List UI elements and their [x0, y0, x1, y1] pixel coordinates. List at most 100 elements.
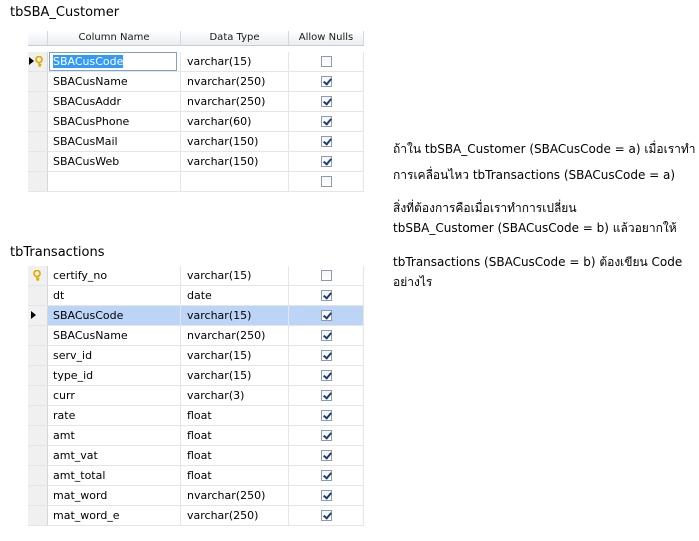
allow-nulls-checkbox[interactable] [320, 410, 332, 421]
row-selector[interactable] [28, 466, 48, 485]
column-name-cell[interactable]: SBACusMail [48, 132, 181, 151]
row-selector[interactable] [28, 406, 48, 425]
data-type-cell[interactable]: float [181, 466, 289, 485]
column-name-cell[interactable]: mat_word [48, 486, 181, 505]
row-selector[interactable] [28, 112, 48, 131]
column-name-cell[interactable]: curr [48, 386, 181, 405]
table-row[interactable]: amt float [28, 426, 364, 446]
data-type-cell[interactable]: nvarchar(250) [181, 326, 289, 345]
allow-nulls-checkbox[interactable] [320, 96, 332, 107]
data-type-cell[interactable]: float [181, 406, 289, 425]
table-row[interactable]: SBACusMail varchar(150) [28, 132, 364, 152]
row-selector[interactable] [28, 486, 48, 505]
column-name-cell[interactable]: SBACusAddr [48, 92, 181, 111]
data-type-cell[interactable]: nvarchar(250) [181, 92, 289, 111]
data-type-cell[interactable]: varchar(250) [181, 506, 289, 525]
row-selector[interactable] [28, 172, 48, 191]
row-selector[interactable] [28, 386, 48, 405]
data-type-cell[interactable]: varchar(150) [181, 132, 289, 151]
allow-nulls-checkbox[interactable] [320, 350, 332, 361]
column-name-cell[interactable]: serv_id [48, 346, 181, 365]
allow-nulls-checkbox[interactable] [320, 136, 332, 147]
row-selector[interactable] [28, 506, 48, 525]
row-selector[interactable] [28, 132, 48, 151]
row-selector[interactable] [28, 326, 48, 345]
data-type-cell[interactable]: varchar(15) [181, 366, 289, 385]
column-name-cell[interactable]: amt_vat [48, 446, 181, 465]
data-type-cell[interactable]: nvarchar(250) [181, 486, 289, 505]
table-row[interactable]: curr varchar(3) [28, 386, 364, 406]
data-type-cell[interactable]: varchar(60) [181, 112, 289, 131]
allow-nulls-checkbox[interactable] [320, 370, 332, 381]
column-name-editor[interactable]: SBACusCode [49, 52, 177, 71]
allow-nulls-checkbox[interactable] [320, 470, 332, 481]
table-row[interactable] [28, 172, 364, 192]
table-row[interactable]: mat_word nvarchar(250) [28, 486, 364, 506]
table-row[interactable]: SBACusPhone varchar(60) [28, 112, 364, 132]
column-name-cell[interactable]: dt [48, 286, 181, 305]
column-name-header[interactable]: Column Name [48, 31, 181, 45]
data-type-header[interactable]: Data Type [181, 31, 289, 45]
table-row[interactable]: SBACusAddr nvarchar(250) [28, 92, 364, 112]
column-name-cell[interactable]: SBACusWeb [48, 152, 181, 171]
data-type-cell[interactable]: float [181, 426, 289, 445]
data-type-cell[interactable]: varchar(15) [181, 306, 289, 325]
column-name-cell[interactable]: rate [48, 406, 181, 425]
data-type-cell[interactable]: varchar(3) [181, 386, 289, 405]
table-row[interactable]: certify_no varchar(15) [28, 266, 364, 286]
data-type-cell[interactable] [181, 172, 289, 191]
allow-nulls-checkbox[interactable] [320, 330, 332, 341]
data-type-cell[interactable]: varchar(15) [181, 52, 289, 71]
column-name-cell[interactable]: type_id [48, 366, 181, 385]
allow-nulls-checkbox[interactable] [320, 156, 332, 167]
allow-nulls-checkbox[interactable] [320, 116, 332, 127]
data-type-cell[interactable]: float [181, 446, 289, 465]
row-selector[interactable] [28, 72, 48, 91]
row-selector[interactable] [28, 286, 48, 305]
column-name-cell[interactable]: SBACusPhone [48, 112, 181, 131]
allow-nulls-checkbox[interactable] [320, 176, 332, 187]
column-name-cell[interactable]: certify_no [48, 266, 181, 285]
data-type-cell[interactable]: nvarchar(250) [181, 72, 289, 91]
row-selector[interactable] [28, 426, 48, 445]
table-row[interactable]: mat_word_e varchar(250) [28, 506, 364, 526]
table-row[interactable]: SBACusName nvarchar(250) [28, 326, 364, 346]
table-row[interactable]: dt date [28, 286, 364, 306]
allow-nulls-checkbox[interactable] [320, 76, 332, 87]
table-row[interactable]: SBACusWeb varchar(150) [28, 152, 364, 172]
row-selector[interactable] [28, 92, 48, 111]
column-name-cell[interactable]: amt [48, 426, 181, 445]
allow-nulls-checkbox[interactable] [320, 510, 332, 521]
table-row[interactable]: amt_vat float [28, 446, 364, 466]
row-selector[interactable] [28, 266, 48, 285]
allow-nulls-checkbox[interactable] [320, 290, 332, 301]
row-selector[interactable] [28, 152, 48, 171]
column-name-cell[interactable] [48, 172, 181, 191]
column-name-cell[interactable]: amt_total [48, 466, 181, 485]
row-selector[interactable] [28, 346, 48, 365]
column-name-cell[interactable]: SBACusName [48, 72, 181, 91]
column-name-cell[interactable]: SBACusCode [48, 52, 181, 71]
table-row[interactable]: serv_id varchar(15) [28, 346, 364, 366]
data-type-cell[interactable]: date [181, 286, 289, 305]
column-name-cell[interactable]: SBACusCode [48, 306, 181, 325]
row-selector[interactable] [28, 446, 48, 465]
allow-nulls-checkbox[interactable] [320, 450, 332, 461]
table-row[interactable]: type_id varchar(15) [28, 366, 364, 386]
allow-nulls-checkbox[interactable] [320, 490, 332, 501]
table-row[interactable]: SBACusName nvarchar(250) [28, 72, 364, 92]
allow-nulls-checkbox[interactable] [320, 310, 332, 321]
row-selector[interactable] [28, 366, 48, 385]
allow-nulls-checkbox[interactable] [320, 430, 332, 441]
row-selector[interactable] [28, 306, 48, 325]
data-type-cell[interactable]: varchar(150) [181, 152, 289, 171]
column-name-cell[interactable]: mat_word_e [48, 506, 181, 525]
data-type-cell[interactable]: varchar(15) [181, 346, 289, 365]
allow-nulls-checkbox[interactable] [320, 390, 332, 401]
allow-nulls-checkbox[interactable] [320, 56, 332, 67]
allow-nulls-header[interactable]: Allow Nulls [289, 31, 364, 45]
table-row[interactable]: SBACusCode varchar(15) [28, 306, 364, 326]
column-name-cell[interactable]: SBACusName [48, 326, 181, 345]
row-selector[interactable] [28, 52, 48, 71]
table-row[interactable]: rate float [28, 406, 364, 426]
